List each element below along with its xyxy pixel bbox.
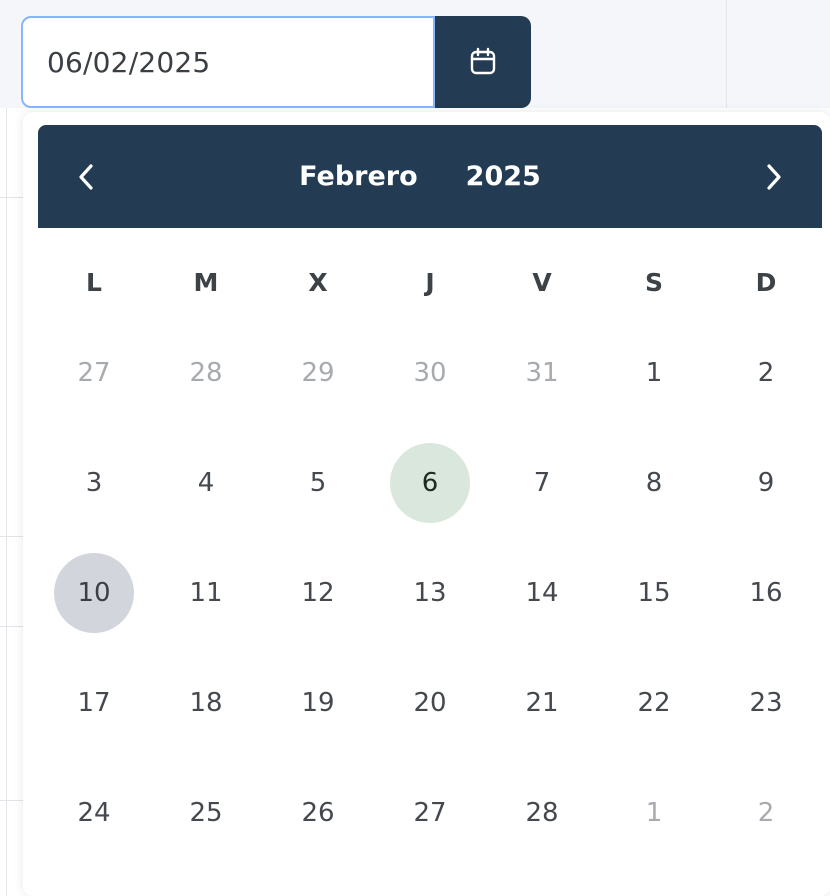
day-cell[interactable]: 3 [38, 428, 150, 538]
datepicker-popup: Febrero 2025 L M X J V S D 27 28 29 30 31 1 2 3… [23, 112, 830, 896]
day-cell[interactable]: 10 [38, 538, 150, 648]
day-cell[interactable]: 1 [598, 318, 710, 428]
day-number: 7 [533, 468, 551, 498]
day-cell[interactable]: 11 [150, 538, 262, 648]
day-number: 28 [189, 358, 223, 388]
day-number: 30 [413, 358, 447, 388]
day-cell[interactable]: 9 [710, 428, 822, 538]
weekday-label: D [755, 267, 777, 297]
calendar-icon [470, 47, 496, 75]
day-number: 4 [197, 468, 215, 498]
day-number: 5 [309, 468, 327, 498]
date-input-group: 06/02/2025 [21, 16, 531, 108]
day-number: 12 [301, 578, 335, 608]
day-number: 29 [301, 358, 335, 388]
day-number: 6 [390, 443, 470, 523]
day-number: 1 [645, 798, 663, 828]
day-cell[interactable]: 5 [262, 428, 374, 538]
day-cell[interactable]: 2 [710, 758, 822, 868]
day-number: 31 [525, 358, 559, 388]
day-cell[interactable]: 14 [486, 538, 598, 648]
day-cell[interactable]: 22 [598, 648, 710, 758]
day-cell[interactable]: 20 [374, 648, 486, 758]
day-cell[interactable]: 23 [710, 648, 822, 758]
weekday-label: X [308, 267, 328, 297]
day-number: 23 [749, 688, 783, 718]
day-number: 9 [757, 468, 775, 498]
day-number: 15 [637, 578, 671, 608]
day-number: 20 [413, 688, 447, 718]
day-cell[interactable]: 28 [486, 758, 598, 868]
day-number: 24 [77, 798, 111, 828]
day-cell[interactable]: 21 [486, 648, 598, 758]
calendar-toggle-button[interactable] [435, 16, 531, 108]
weekday-label: J [425, 267, 435, 297]
weekday-label: V [532, 267, 552, 297]
day-number: 17 [77, 688, 111, 718]
day-number: 19 [301, 688, 335, 718]
chevron-right-icon [767, 163, 781, 190]
day-cell[interactable]: 27 [374, 758, 486, 868]
month-year-title: Febrero 2025 [38, 125, 822, 228]
weekday-label: S [644, 267, 663, 297]
day-cell[interactable]: 26 [262, 758, 374, 868]
datepicker-header: Febrero 2025 [38, 125, 822, 228]
year-label[interactable]: 2025 [466, 161, 541, 192]
day-number: 2 [757, 358, 775, 388]
day-cell[interactable]: 13 [374, 538, 486, 648]
weekday-header-row: L M X J V S D [38, 252, 822, 312]
day-cell[interactable]: 27 [38, 318, 150, 428]
day-number: 16 [749, 578, 783, 608]
day-cell[interactable]: 30 [374, 318, 486, 428]
day-cell[interactable]: 6 [374, 428, 486, 538]
day-cell[interactable]: 12 [262, 538, 374, 648]
day-number: 28 [525, 798, 559, 828]
day-cell[interactable]: 4 [150, 428, 262, 538]
day-cell[interactable]: 17 [38, 648, 150, 758]
day-number: 18 [189, 688, 223, 718]
day-cell[interactable]: 31 [486, 318, 598, 428]
weekday-label: M [193, 267, 219, 297]
day-number: 27 [413, 798, 447, 828]
day-number: 10 [54, 553, 134, 633]
day-number: 21 [525, 688, 559, 718]
day-number: 26 [301, 798, 335, 828]
day-cell[interactable]: 25 [150, 758, 262, 868]
day-number: 27 [77, 358, 111, 388]
next-month-button[interactable] [738, 125, 808, 228]
day-number: 2 [757, 798, 775, 828]
day-cell[interactable]: 16 [710, 538, 822, 648]
day-cell[interactable]: 28 [150, 318, 262, 428]
day-number: 8 [645, 468, 663, 498]
day-cell[interactable]: 24 [38, 758, 150, 868]
date-input[interactable]: 06/02/2025 [21, 16, 435, 108]
day-number: 22 [637, 688, 671, 718]
days-grid: 27 28 29 30 31 1 2 3 4 5 6 7 8 9 10 11 12 13 14 15 16 17 18 19 2… [38, 318, 822, 868]
background-edge [6, 108, 7, 896]
day-number: 25 [189, 798, 223, 828]
weekday-label: L [86, 267, 102, 297]
month-label[interactable]: Febrero [299, 161, 417, 192]
day-cell[interactable]: 8 [598, 428, 710, 538]
day-number: 1 [645, 358, 663, 388]
day-cell[interactable]: 2 [710, 318, 822, 428]
day-cell[interactable]: 29 [262, 318, 374, 428]
day-cell[interactable]: 7 [486, 428, 598, 538]
day-number: 13 [413, 578, 447, 608]
day-cell[interactable]: 19 [262, 648, 374, 758]
day-number: 14 [525, 578, 559, 608]
day-number: 3 [85, 468, 103, 498]
background-divider [726, 0, 727, 108]
day-number: 11 [189, 578, 223, 608]
day-cell[interactable]: 18 [150, 648, 262, 758]
day-cell[interactable]: 1 [598, 758, 710, 868]
day-cell[interactable]: 15 [598, 538, 710, 648]
